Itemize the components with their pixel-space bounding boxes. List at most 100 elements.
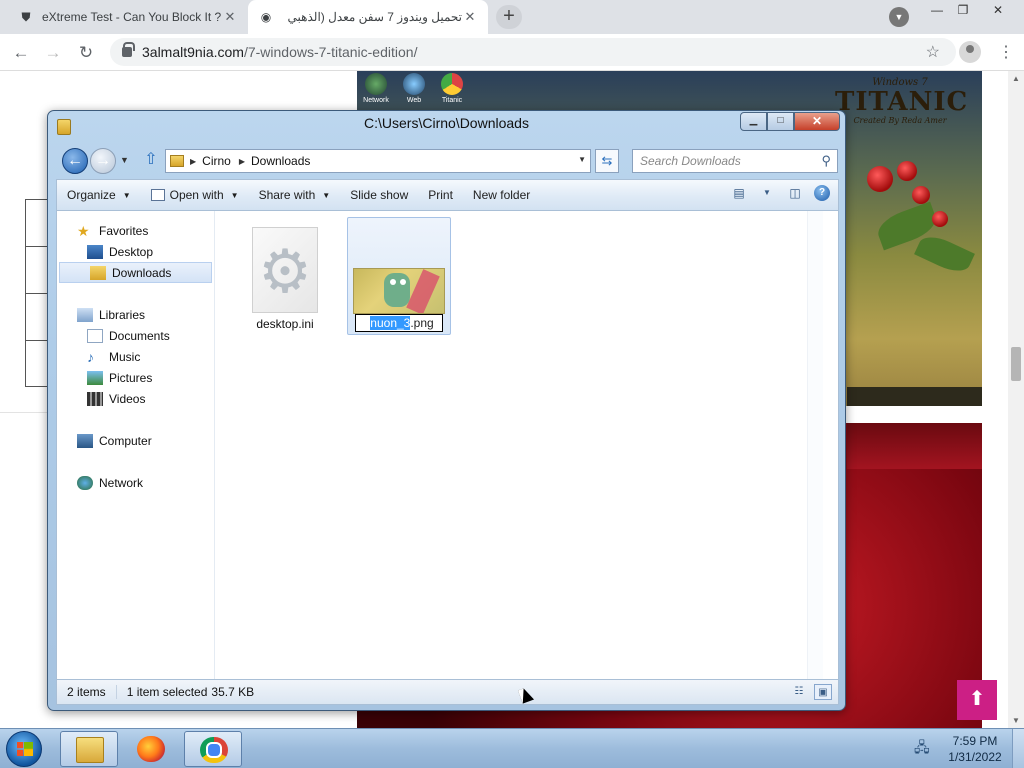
- search-icon[interactable]: ⚲: [821, 150, 831, 172]
- search-input[interactable]: Search Downloads ⚲: [632, 149, 838, 173]
- chevron-right-icon[interactable]: ▶: [190, 157, 196, 166]
- rename-input[interactable]: nuon_3.png: [355, 314, 443, 332]
- scrollbar-thumb[interactable]: [1011, 347, 1021, 381]
- nav-documents[interactable]: Documents: [57, 325, 213, 346]
- file-name: desktop.ini: [256, 317, 314, 331]
- videos-icon: [87, 391, 103, 406]
- folder-icon: [76, 737, 104, 763]
- refresh-icon[interactable]: ⇆: [595, 149, 619, 173]
- profile-avatar-icon[interactable]: [959, 41, 981, 63]
- selection-size: 35.7 KB: [211, 685, 255, 699]
- close-window-icon[interactable]: ✕: [794, 112, 840, 131]
- network-tray-icon[interactable]: 🖧: [914, 737, 934, 759]
- image-thumbnail: [353, 268, 445, 314]
- nav-videos[interactable]: Videos: [57, 388, 213, 409]
- close-tab-icon[interactable]: ✕: [462, 9, 478, 25]
- nav-network[interactable]: Network: [57, 472, 213, 493]
- up-folder-icon[interactable]: ⇧: [141, 150, 161, 170]
- forward-arrow-icon[interactable]: →: [42, 42, 64, 64]
- breadcrumb-cirno[interactable]: Cirno: [202, 154, 231, 168]
- new-tab-button[interactable]: +: [496, 5, 522, 29]
- breadcrumb-downloads[interactable]: Downloads: [251, 154, 310, 168]
- command-bar: Organize ▼ Open with ▼ Share with ▼ Slide s…: [56, 179, 839, 210]
- selection-count: 1 item selected: [126, 685, 208, 699]
- bookmark-star-icon[interactable]: ☆: [926, 42, 940, 62]
- recent-pages-dropdown-icon[interactable]: ▼: [120, 155, 129, 165]
- maximize-icon[interactable]: □: [767, 112, 794, 131]
- taskbar: 🖧 7:59 PM 1/31/2022: [0, 728, 1024, 768]
- restore-icon[interactable]: ❐: [950, 2, 976, 20]
- tab-search-icon[interactable]: ▼: [889, 7, 909, 27]
- computer-icon: [77, 433, 93, 448]
- details-view-icon[interactable]: ☷: [790, 684, 808, 700]
- back-arrow-icon[interactable]: ←: [62, 148, 88, 174]
- organize-button[interactable]: Organize ▼: [57, 188, 141, 202]
- menu-kebab-icon[interactable]: ⋮: [998, 42, 1014, 62]
- url-host: 3almalt9nia.com: [142, 44, 244, 60]
- forward-arrow-icon[interactable]: →: [90, 148, 116, 174]
- clock-time: 7:59 PM: [952, 734, 998, 748]
- taskbar-firefox[interactable]: [122, 731, 180, 767]
- start-button[interactable]: [6, 731, 42, 767]
- tab-title: eXtreme Test - Can You Block It ?: [42, 10, 222, 24]
- desktop-icon-network: Network: [363, 73, 389, 104]
- chevron-right-icon[interactable]: ▶: [239, 157, 245, 166]
- scroll-down-arrow-icon[interactable]: ▼: [1012, 716, 1020, 725]
- scroll-to-top-button[interactable]: ⬆: [957, 680, 997, 720]
- minimize-icon[interactable]: ▁: [740, 112, 767, 131]
- libraries-icon: [77, 307, 93, 322]
- taskbar-chrome[interactable]: [184, 731, 242, 767]
- desktop-icon-web: Web: [401, 73, 427, 104]
- print-button[interactable]: Print: [418, 188, 463, 202]
- address-bar[interactable]: 3almalt9nia.com/7-windows-7-titanic-edit…: [110, 38, 956, 66]
- chevron-down-icon[interactable]: ▼: [578, 155, 586, 164]
- chevron-down-icon[interactable]: ▼: [758, 184, 776, 202]
- nav-pictures[interactable]: Pictures: [57, 367, 213, 388]
- nav-favorites[interactable]: ★ Favorites: [57, 220, 213, 241]
- url-path: /7-windows-7-titanic-edition/: [243, 44, 418, 60]
- downloads-folder-icon: [90, 265, 106, 280]
- chrome-icon: [200, 737, 228, 763]
- desktop-icon-titanic: Titanic: [439, 73, 465, 104]
- file-item[interactable]: desktop.ini: [233, 219, 337, 331]
- large-icons-view-icon[interactable]: ▣: [814, 684, 832, 700]
- tab-title: تحميل ويندوز 7 سفن معدل (الذهبي: [287, 10, 462, 24]
- taskbar-explorer[interactable]: [60, 731, 118, 767]
- tab-windows7-download[interactable]: ◉ تحميل ويندوز 7 سفن معدل (الذهبي ✕: [248, 0, 488, 34]
- documents-icon: [87, 328, 103, 343]
- explorer-body: ★ Favorites Desktop Downloads Libraries D…: [56, 210, 839, 680]
- change-view-icon[interactable]: ▤: [730, 184, 748, 202]
- address-breadcrumb[interactable]: ▶ Cirno ▶ Downloads ▼: [165, 149, 591, 173]
- tab-extreme-test[interactable]: ⛊ eXtreme Test - Can You Block It ? ✕: [8, 0, 248, 34]
- system-clock[interactable]: 7:59 PM 1/31/2022: [940, 733, 1010, 765]
- close-tab-icon[interactable]: ✕: [222, 9, 238, 25]
- shield-icon: ⛊: [21, 9, 31, 24]
- close-window-icon[interactable]: ✕: [985, 2, 1011, 20]
- nav-desktop[interactable]: Desktop: [57, 241, 213, 262]
- back-arrow-icon[interactable]: ←: [10, 42, 32, 64]
- scroll-up-arrow-icon[interactable]: ▲: [1012, 74, 1020, 83]
- page-scrollbar[interactable]: ▲ ▼: [1008, 71, 1024, 728]
- share-with-button[interactable]: Share with ▼: [249, 188, 341, 202]
- new-folder-button[interactable]: New folder: [463, 188, 540, 202]
- lock-icon: [122, 42, 135, 57]
- explorer-window: C:\Users\Cirno\Downloads ▁ □ ✕ ← → ▼ ⇧ ▶…: [47, 110, 846, 711]
- settings-file-icon: [252, 227, 318, 313]
- nav-computer[interactable]: Computer: [57, 430, 213, 451]
- reload-icon[interactable]: ↻: [75, 42, 97, 64]
- show-desktop-button[interactable]: [1012, 729, 1024, 768]
- browser-toolbar: ← → ↻ 3almalt9nia.com/7-windows-7-titani…: [0, 34, 1024, 71]
- nav-libraries[interactable]: Libraries: [57, 304, 213, 325]
- folder-icon: [170, 155, 184, 167]
- slide-show-button[interactable]: Slide show: [340, 188, 418, 202]
- navigation-pane: ★ Favorites Desktop Downloads Libraries D…: [57, 211, 215, 679]
- nav-downloads[interactable]: Downloads: [59, 262, 212, 283]
- file-item-selected[interactable]: nuon_3.png: [347, 217, 451, 335]
- help-icon[interactable]: ?: [814, 185, 830, 201]
- nav-music[interactable]: ♪ Music: [57, 346, 213, 367]
- minimize-icon[interactable]: —: [924, 2, 950, 20]
- open-with-button[interactable]: Open with ▼: [141, 188, 249, 202]
- item-count: 2 items: [57, 685, 117, 699]
- file-list-scrollbar[interactable]: [807, 211, 823, 679]
- preview-pane-icon[interactable]: ◫: [786, 184, 804, 202]
